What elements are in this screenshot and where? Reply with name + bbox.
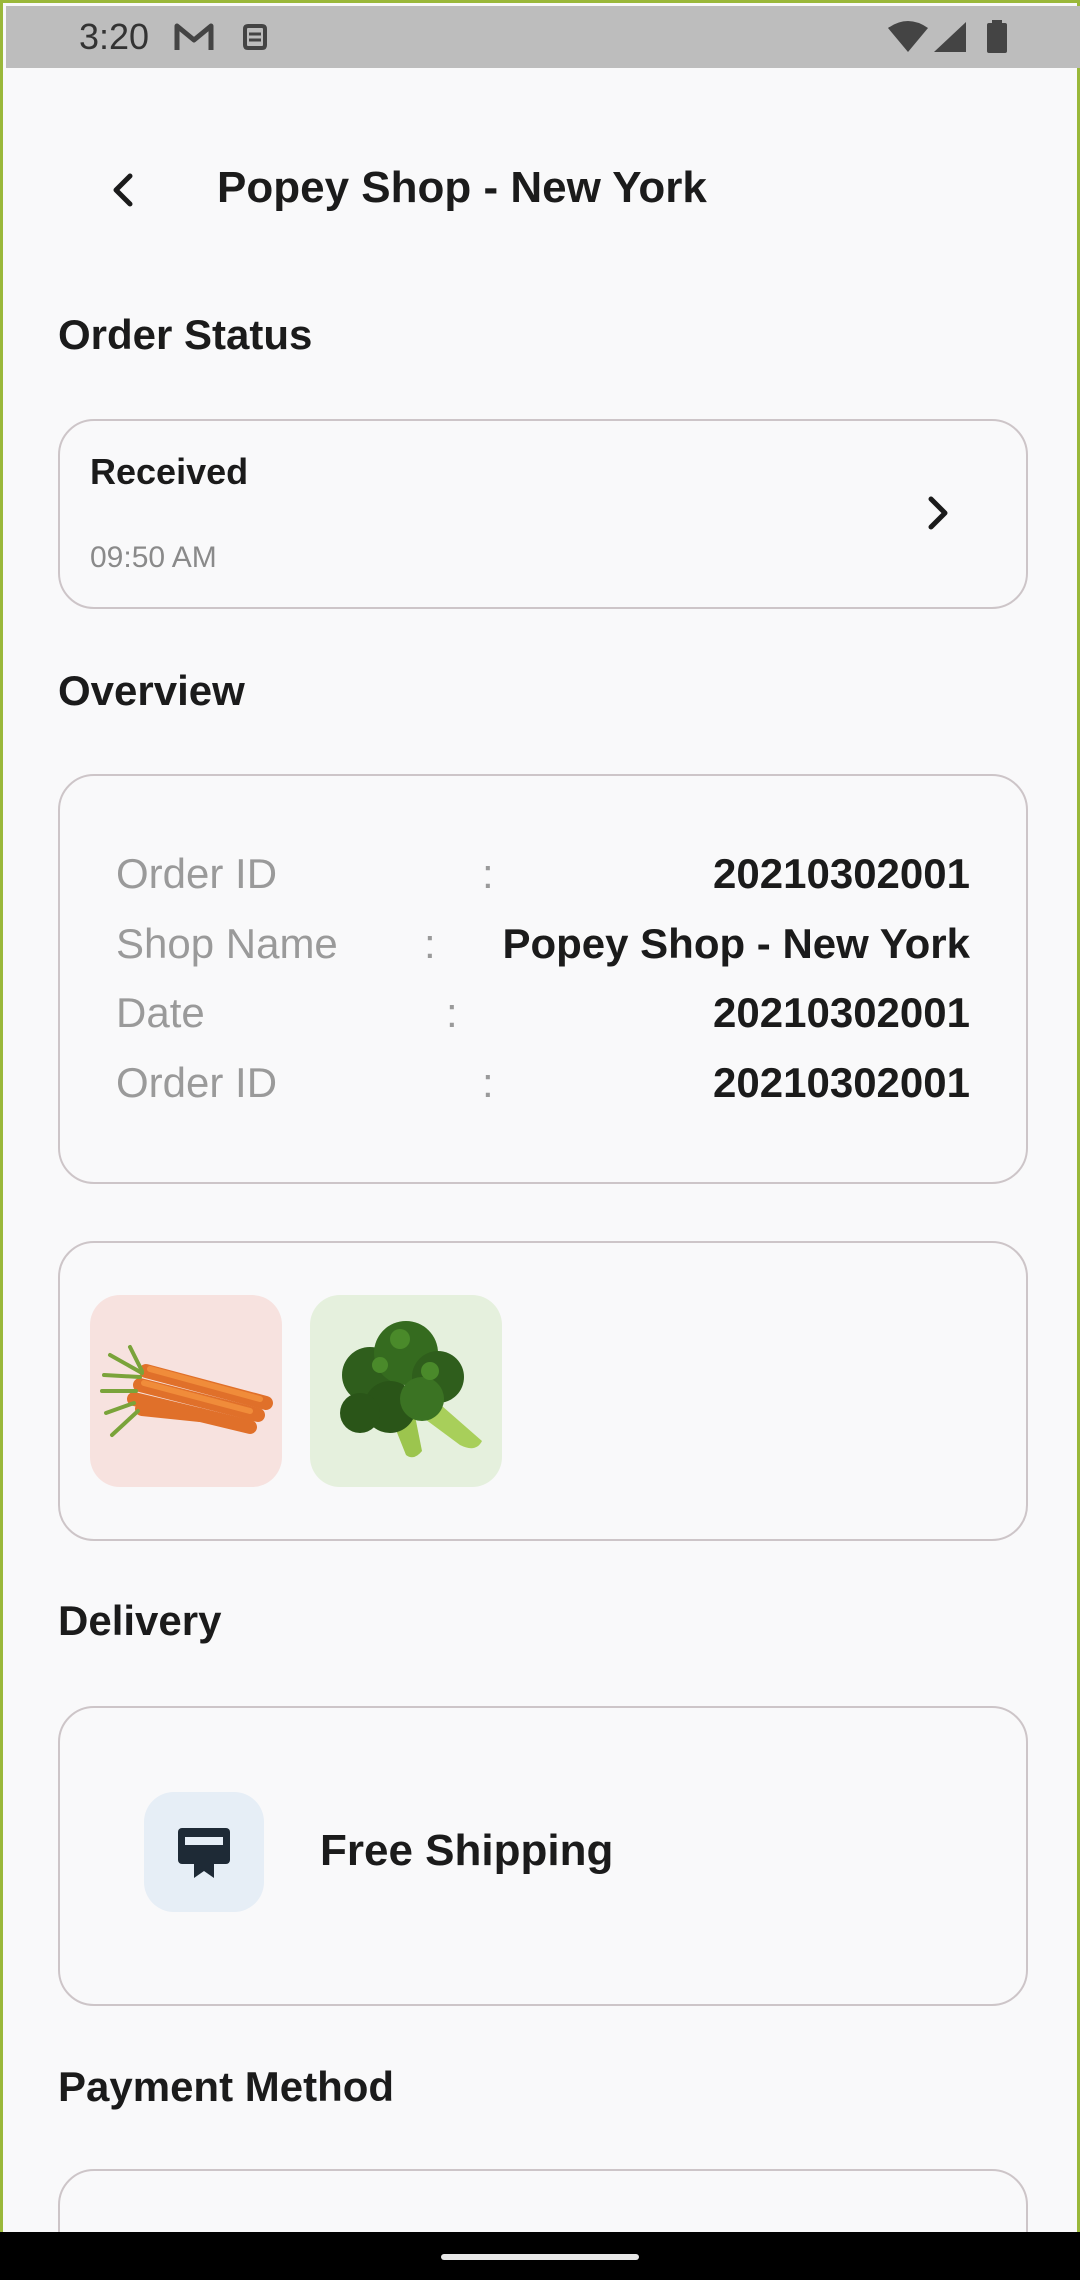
- overview-row-date: Date : 20210302001: [116, 989, 970, 1049]
- carrot-thumbnail[interactable]: [90, 1295, 282, 1487]
- order-status-label: Received: [90, 451, 249, 492]
- wifi-icon: [888, 21, 928, 52]
- delivery-title: Delivery: [58, 1597, 222, 1644]
- overview-value: 20210302001: [713, 850, 970, 897]
- gmail-icon: [174, 23, 214, 50]
- status-bar: 3:20: [6, 6, 1080, 68]
- screen: 3:20 Popey Shop - New York Order Status …: [0, 0, 1080, 2280]
- delivery-icon-container: [144, 1792, 264, 1912]
- carrot-image: [100, 1345, 273, 1437]
- page-title: Popey Shop - New York: [217, 163, 707, 212]
- overview-value: 20210302001: [713, 989, 970, 1036]
- sim-icon: [243, 24, 267, 50]
- chevron-left-icon: [113, 173, 133, 207]
- overview-row-order-id-2: Order ID : 20210302001: [116, 1059, 970, 1119]
- overview-card: Order ID : 20210302001 Shop Name : Popey…: [58, 774, 1028, 1184]
- battery-icon: [987, 20, 1007, 53]
- overview-separator: :: [482, 850, 494, 897]
- signal-icon: [934, 22, 966, 52]
- overview-separator: :: [446, 989, 458, 1036]
- overview-title: Overview: [58, 667, 245, 714]
- overview-row-order-id: Order ID : 20210302001: [116, 850, 970, 910]
- overview-value: Popey Shop - New York: [502, 920, 970, 967]
- back-button[interactable]: [98, 165, 148, 215]
- overview-label: Date: [116, 989, 205, 1036]
- status-time: 3:20: [79, 16, 150, 57]
- overview-label: Order ID: [116, 850, 278, 897]
- payment-method-title: Payment Method: [58, 2063, 395, 2110]
- overview-value: 20210302001: [713, 1059, 970, 1106]
- delivery-card[interactable]: Free Shipping: [58, 1706, 1028, 2006]
- navigation-bar: [0, 2232, 1080, 2280]
- order-status-title: Order Status: [58, 311, 313, 358]
- delivery-method: Free Shipping: [320, 1826, 614, 1875]
- overview-separator: :: [482, 1059, 494, 1106]
- overview-label: Order ID: [116, 1059, 278, 1106]
- order-items-card: [58, 1241, 1028, 1541]
- chevron-right-icon: [928, 496, 948, 530]
- overview-label: Shop Name: [116, 920, 338, 967]
- home-indicator[interactable]: [441, 2254, 639, 2260]
- broccoli-image: [340, 1321, 482, 1458]
- overview-separator: :: [424, 920, 436, 967]
- overview-row-shop-name: Shop Name : Popey Shop - New York: [116, 920, 970, 980]
- order-status-time: 09:50 AM: [90, 541, 217, 574]
- broccoli-thumbnail[interactable]: [310, 1295, 502, 1487]
- app-header: Popey Shop - New York: [3, 143, 1080, 235]
- delivery-icon: [178, 1828, 230, 1878]
- order-status-card[interactable]: Received 09:50 AM: [58, 419, 1028, 609]
